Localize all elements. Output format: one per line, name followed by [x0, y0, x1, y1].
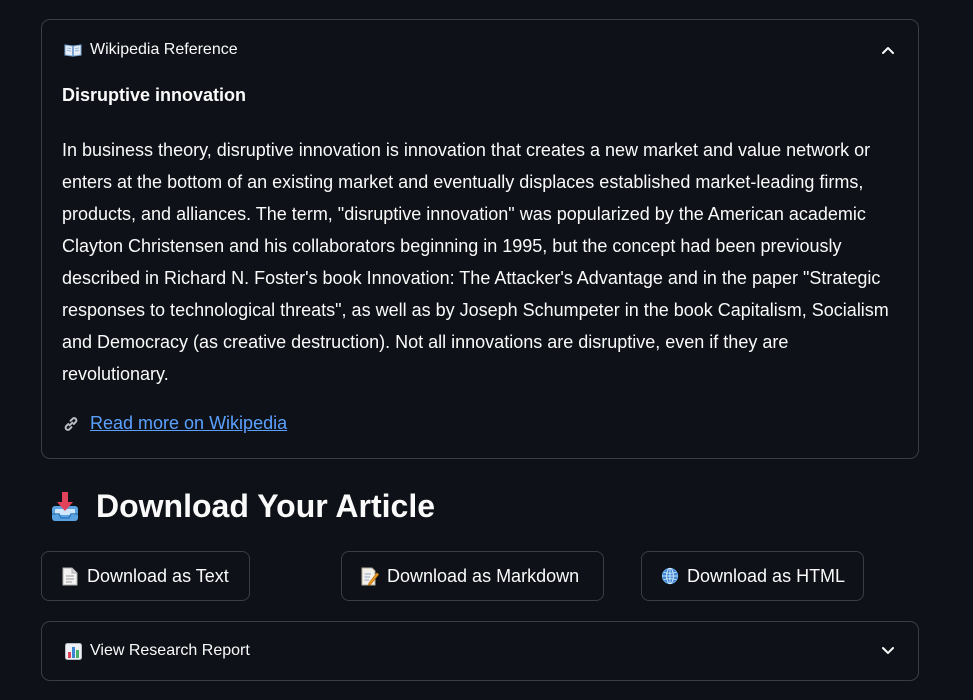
globe-icon [661, 567, 679, 585]
download-text-button[interactable]: Download as Text [41, 551, 250, 601]
link-icon [62, 415, 80, 433]
wikipedia-expander-content: Disruptive innovation In business theory… [62, 82, 896, 434]
research-report-expander: View Research Report [41, 621, 919, 681]
download-section-title-text: Download Your Article [96, 488, 435, 524]
download-html-label: Download as HTML [687, 565, 846, 586]
open-book-icon [64, 41, 82, 59]
research-report-title-row: View Research Report [64, 642, 250, 660]
download-markdown-button[interactable]: Download as Markdown [341, 551, 604, 601]
bar-chart-icon [64, 642, 82, 660]
wiki-article-summary: In business theory, disruptive innovatio… [62, 140, 889, 384]
research-report-title: View Research Report [90, 642, 250, 659]
wiki-article-heading: Disruptive innovation [62, 85, 247, 105]
chevron-up-icon[interactable] [880, 42, 896, 58]
wikipedia-expander-title: Wikipedia Reference [90, 41, 238, 58]
download-section-title: Download Your Article [48, 488, 435, 525]
memo-icon [361, 567, 379, 586]
download-markdown-label: Download as Markdown [387, 565, 580, 586]
page-icon [61, 567, 79, 585]
download-html-button[interactable]: Download as HTML [641, 551, 864, 601]
wikipedia-expander-header[interactable]: Wikipedia Reference [64, 38, 896, 62]
download-text-label: Download as Text [87, 565, 229, 586]
inbox-tray-icon [48, 489, 82, 525]
research-report-expander-header[interactable]: View Research Report [64, 639, 896, 663]
wikipedia-expander-title-row: Wikipedia Reference [64, 41, 238, 59]
chevron-down-icon[interactable] [880, 643, 896, 659]
read-more-wikipedia-link[interactable]: Read more on Wikipedia [90, 413, 287, 434]
page: Wikipedia Reference Disruptive innovatio… [0, 0, 973, 700]
wiki-link-row: Read more on Wikipedia [62, 413, 896, 434]
wikipedia-reference-expander: Wikipedia Reference Disruptive innovatio… [41, 19, 919, 459]
